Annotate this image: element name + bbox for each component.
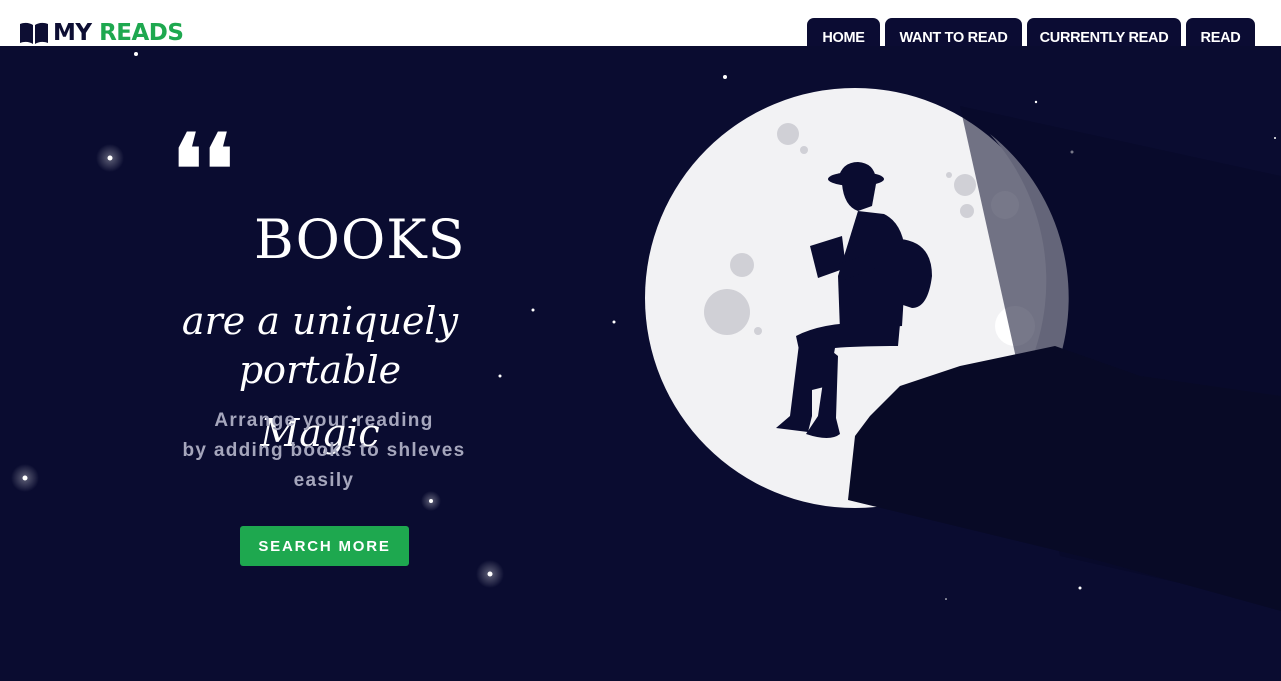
hero-subtext: Arrange your reading by adding books to …: [139, 406, 509, 496]
headline-line-2: portable: [238, 348, 402, 392]
nav-tab-currently-read[interactable]: CURRENTLY READ: [1027, 18, 1181, 46]
hero-banner: ❛❛ BOOKS are a uniquely portable Magic A…: [0, 46, 1281, 681]
nav-tab-label: WANT TO READ: [899, 30, 1008, 46]
subtext-line-3: easily: [293, 470, 355, 491]
headline-line-1: are a uniquely: [181, 299, 459, 343]
nav-tab-want-to-read[interactable]: WANT TO READ: [885, 18, 1022, 46]
headline-books: BOOKS: [254, 208, 466, 271]
search-more-button[interactable]: SEARCH MORE: [240, 526, 409, 566]
subtext-line-2: by adding books to shleves: [182, 440, 466, 461]
brand-logo[interactable]: MY READS: [19, 19, 184, 47]
open-book-icon: [20, 22, 48, 44]
brand-name-part2: READS: [99, 20, 184, 46]
nav-tab-label: READ: [1200, 30, 1241, 46]
nav-tab-read[interactable]: READ: [1186, 18, 1255, 46]
main-nav: HOME WANT TO READ CURRENTLY READ READ: [807, 18, 1260, 46]
top-bar: MY READS HOME WANT TO READ CURRENTLY REA…: [0, 0, 1281, 46]
nav-tab-label: CURRENTLY READ: [1039, 30, 1169, 46]
nav-tab-home[interactable]: HOME: [807, 18, 880, 46]
nav-tab-label: HOME: [822, 30, 865, 46]
quote-mark-icon: ❛❛: [172, 113, 234, 226]
brand-name-part1: MY: [53, 20, 92, 46]
subtext-line-1: Arrange your reading: [214, 410, 434, 431]
